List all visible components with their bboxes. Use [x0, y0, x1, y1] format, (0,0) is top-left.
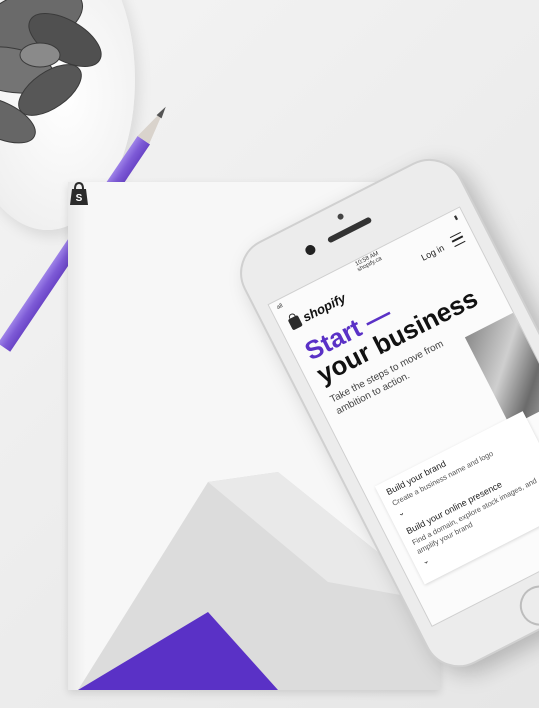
shopify-bag-icon — [287, 314, 303, 331]
hamburger-menu-icon[interactable] — [449, 231, 466, 248]
home-button[interactable] — [512, 578, 539, 633]
photo-scene: S all 10:58 AM shopify.ca ▮ shopify Log … — [0, 0, 539, 708]
front-camera — [303, 243, 318, 257]
steps-card: Build your brand Create a business name … — [374, 411, 539, 585]
succulent-plant — [0, 0, 102, 144]
battery-icon: ▮ — [453, 214, 459, 222]
earpiece-speaker — [326, 216, 373, 244]
svg-text:S: S — [76, 193, 83, 204]
signal-indicator: all — [275, 302, 285, 312]
shopify-bag-icon: S — [70, 182, 88, 205]
proximity-sensor — [336, 212, 345, 221]
